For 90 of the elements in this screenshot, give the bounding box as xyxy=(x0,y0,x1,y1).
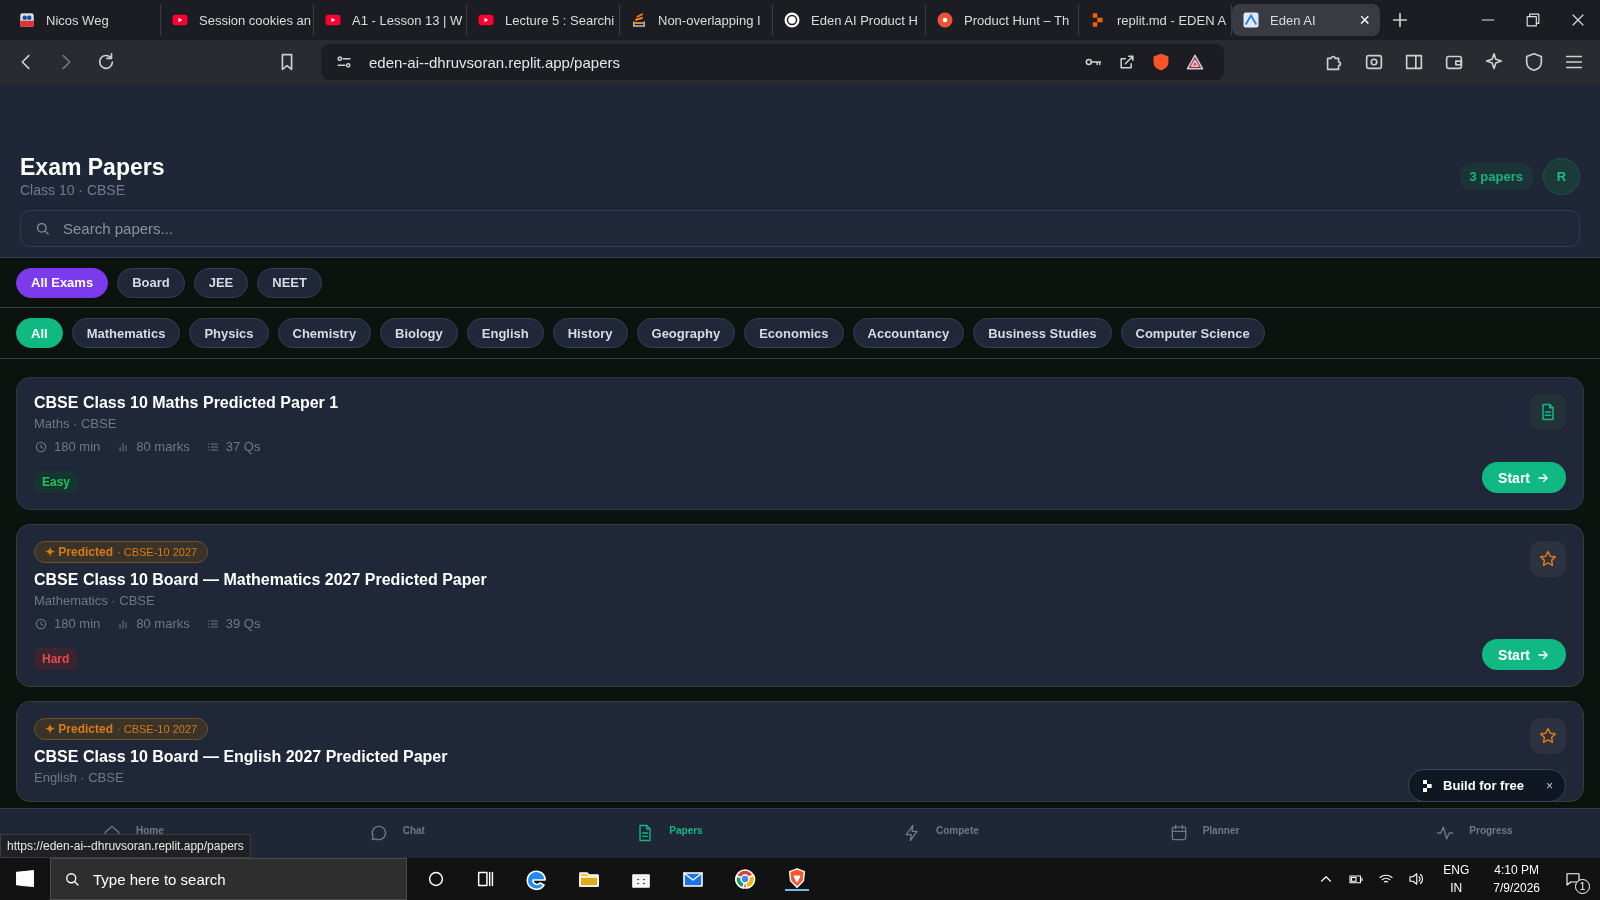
filter-chip[interactable]: History xyxy=(552,318,628,348)
peak-logo-icon xyxy=(1242,11,1260,29)
paper-subject: Mathematics · CBSE xyxy=(34,593,156,608)
page-title: Exam Papers xyxy=(20,154,166,181)
difficulty-tag: Easy xyxy=(34,471,79,493)
region-text: IN xyxy=(1450,880,1463,897)
nav-item[interactable]: Papers xyxy=(533,809,800,858)
tab-title: Eden AI Product H xyxy=(811,12,918,28)
address-bar[interactable]: eden-ai--dhruvsoran.replit.app/papers xyxy=(321,44,1224,80)
notification-count: 1 xyxy=(1575,879,1590,894)
filter-chip[interactable]: Biology xyxy=(380,318,458,348)
difficulty-tag: Hard xyxy=(34,648,78,670)
shield-icon[interactable] xyxy=(1523,51,1545,73)
share-icon[interactable] xyxy=(1117,52,1137,72)
document-icon[interactable] xyxy=(1530,394,1566,430)
paper-subject: Maths · CBSE xyxy=(34,416,118,431)
search-field[interactable]: Search papers... xyxy=(20,210,1580,247)
marks-text: 80 marks xyxy=(136,439,190,454)
filter-chip[interactable]: Geography xyxy=(636,318,736,348)
tab-title: Nicos Weg xyxy=(46,12,110,28)
circle-icon xyxy=(936,11,954,29)
notification-icon[interactable] xyxy=(1564,870,1582,888)
paper-title: CBSE Class 10 Board — English 2027 Predicted Paper xyxy=(34,748,449,766)
star-icon[interactable] xyxy=(1530,718,1566,754)
clock-icon xyxy=(34,616,48,631)
taskbar-search-field[interactable]: Type here to search xyxy=(50,858,407,900)
filter-chip[interactable]: JEE xyxy=(193,267,249,298)
tab-title: A1 - Lesson 13 | W xyxy=(352,12,463,28)
browser-tab[interactable]: A1 - Lesson 13 | W xyxy=(314,4,467,36)
paper-count-badge: 3 papers xyxy=(1459,162,1533,190)
close-tab-button[interactable]: × xyxy=(1359,9,1370,31)
browser-tab[interactable]: Eden AI Product H xyxy=(773,4,926,36)
filter-chip[interactable]: Business Studies xyxy=(973,318,1112,348)
badge-code: · CBSE-10 2027 xyxy=(117,723,198,735)
questions-text: 37 Qs xyxy=(225,439,261,454)
stacked-bars-icon xyxy=(630,11,648,29)
filter-chip[interactable]: Chemistry xyxy=(277,318,372,348)
filter-chip[interactable]: Computer Science xyxy=(1120,318,1265,348)
star-icon[interactable] xyxy=(1530,541,1566,577)
paper-title: CBSE Class 10 Maths Predicted Paper 1 xyxy=(34,394,340,412)
triangle-icon[interactable] xyxy=(1185,52,1205,72)
browser-e-icon[interactable] xyxy=(525,867,549,891)
filter-chip[interactable]: Accountancy xyxy=(852,318,965,348)
windows-start-icon[interactable] xyxy=(14,868,36,890)
filter-chip[interactable]: All Exams xyxy=(16,267,109,298)
paper-card[interactable]: ✦ Predicted · CBSE-10 2027 CBSE Class 10 Board — Mathematics 2027 Predicted Paper Mathematics · CBSE 180 min 80 marks 39 Qs Hard Start xyxy=(16,524,1584,687)
tab-title: Session cookies an xyxy=(199,12,311,28)
build-for-free-toast[interactable]: Build for free × xyxy=(1408,769,1566,802)
filter-chip[interactable]: Physics xyxy=(189,318,269,348)
clock-icon xyxy=(34,439,48,454)
browser-tab[interactable]: Nicos Weg xyxy=(8,4,161,36)
filter-chip[interactable]: Board xyxy=(117,267,185,298)
search-icon xyxy=(63,870,81,888)
clock-date: 7/9/2026 xyxy=(1493,880,1540,897)
clock-time[interactable]: 4:10 PM xyxy=(1494,861,1539,879)
browser-tab[interactable]: Eden AI × xyxy=(1232,4,1380,36)
badge-label: ✦ Predicted xyxy=(45,722,114,736)
browser-tab[interactable]: Lecture 5 : Searchi xyxy=(467,4,620,36)
duration-text: 180 min xyxy=(54,616,101,631)
avatar[interactable]: R xyxy=(1543,157,1580,195)
duration-text: 180 min xyxy=(54,439,101,454)
tab-title: Lecture 5 : Searchi xyxy=(505,12,615,28)
marks-text: 80 marks xyxy=(136,616,190,631)
questions-text: 39 Qs xyxy=(225,616,261,631)
page-subtitle: Class 10 · CBSE xyxy=(20,182,127,198)
filter-chip[interactable]: English xyxy=(466,318,544,348)
paper-subject: English · CBSE xyxy=(34,770,125,785)
build-badge-label: Build for free xyxy=(1443,778,1524,793)
badge-code: · CBSE-10 2027 xyxy=(117,546,198,558)
browser-tab[interactable]: Non-overlapping I xyxy=(620,4,773,36)
search-icon xyxy=(34,220,51,237)
browser-tab[interactable]: Product Hunt – Th xyxy=(926,4,1079,36)
browser-tab[interactable]: Session cookies an xyxy=(161,4,314,36)
tab-title: Product Hunt – Th xyxy=(964,12,1070,28)
url-text: eden-ai--dhruvsoran.replit.app/papers xyxy=(369,53,620,71)
speaker-icon[interactable] xyxy=(1407,870,1426,888)
tab-title: replit.md - EDEN A xyxy=(1117,12,1227,28)
status-url-tooltip: https://eden-ai--dhruvsoran.replit.app/papers xyxy=(0,834,251,858)
filter-chip[interactable]: Mathematics xyxy=(71,318,181,348)
filter-chip[interactable]: NEET xyxy=(257,267,322,298)
language-text[interactable]: ENG xyxy=(1443,861,1470,879)
badge-label: ✦ Predicted xyxy=(45,545,114,559)
close-badge-button[interactable]: × xyxy=(1546,778,1553,793)
paper-title: CBSE Class 10 Board — Mathematics 2027 Predicted Paper xyxy=(34,571,488,589)
tab-title: Eden AI xyxy=(1270,12,1317,28)
paper-card[interactable]: CBSE Class 10 Maths Predicted Paper 1 Maths · CBSE 180 min 80 marks 37 Qs Easy Start xyxy=(16,377,1584,510)
filter-chip[interactable]: Economics xyxy=(744,318,844,348)
chrome-icon[interactable] xyxy=(733,867,757,891)
tab-title: Non-overlapping I xyxy=(658,12,762,28)
square-logo-icon xyxy=(18,11,36,29)
